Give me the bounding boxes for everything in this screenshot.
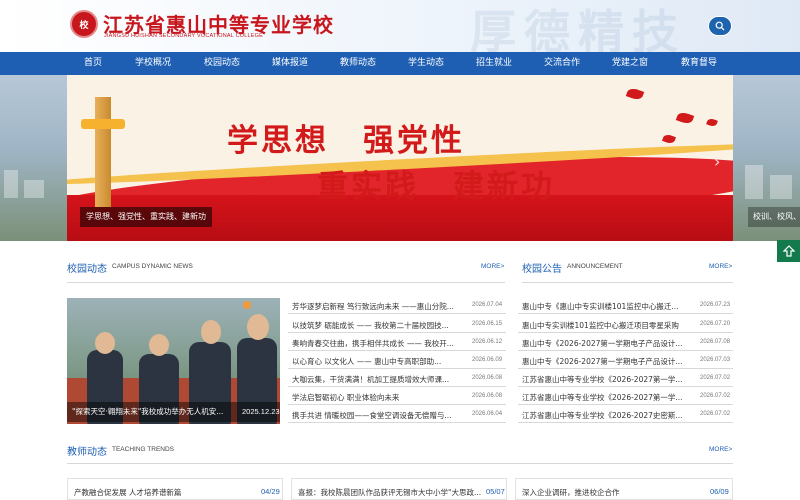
news-item-title[interactable]: 奏响青春交往曲，携手相伴共成长 —— 我校开... [292,338,464,349]
announce-item-title[interactable]: 惠山中专《2026-2027第一学期电子产品设计... [522,356,690,367]
announce-section-title: 校园公告 [522,264,562,275]
up-arrow-icon [782,245,795,257]
news-item-date: 2026.06.12 [472,339,503,345]
campus-section-title: 校园动态 [67,264,107,275]
news-item-title[interactable]: 学法启智砺初心 职业体验向未来 [292,392,464,403]
divider [288,386,506,387]
campus-section-subtitle: CAMPUS DYNAMIC NEWS [112,263,193,270]
divider [518,313,733,314]
nav-item-party[interactable]: 党建之窗 [600,52,660,75]
motto-watermark: 厚德精技 [470,5,686,52]
nav-item-supervision[interactable]: 教育督导 [669,52,729,75]
announce-item-title[interactable]: 江苏省惠山中等专业学校《2026-2027第一学... [522,374,690,385]
announce-item-date: 2026.07.20 [700,321,731,327]
teaching-card[interactable]: 深入企业调研，推进校企合作 06/09 [515,478,733,500]
nav-item-teachers[interactable]: 教师动态 [328,52,388,75]
news-item-date: 2026.07.04 [472,302,503,308]
news-item-date: 2026.06.15 [472,321,503,327]
banner-headline-1: 学思想 强党性 [227,123,465,159]
divider [67,282,505,283]
teaching-card-date: 05/07 [486,487,505,496]
teaching-card-title[interactable]: 产教融合促发展 人才培养谱新篇 [74,487,254,498]
teaching-card-date: 06/09 [710,487,729,496]
photo-date: 2025.12.23 [242,407,280,416]
dove-icon [706,117,718,128]
announce-item-date: 2026.07.02 [700,375,731,381]
announce-item-date: 2026.07.08 [700,339,731,345]
news-item-title[interactable]: 大咖云集，干货满满！机加工提质增效大师课... [292,374,464,385]
site-header: 厚德精技 校 江苏省惠山中等专业学校 JIANGSU HUISHAN SECON… [0,0,800,52]
divider [288,404,506,405]
divider [288,332,506,333]
nav-item-exchange[interactable]: 交流合作 [532,52,592,75]
announce-more-link[interactable]: MORE> [709,263,732,270]
divider [518,350,733,351]
news-item-date: 2026.06.09 [472,357,503,363]
divider [288,313,506,314]
search-icon [715,21,725,31]
divider [518,368,733,369]
announce-item-title[interactable]: 江苏省惠山中等专业学校《2026-2027史密斯... [522,410,690,421]
main-nav: 首页 学校概况 校园动态 媒体报道 教师动态 学生动态 招生就业 交流合作 党建… [0,52,800,75]
teaching-more-link[interactable]: MORE> [709,446,732,453]
nav-item-students[interactable]: 学生动态 [396,52,456,75]
banner-headline-2: 重实践 建新功 [317,169,555,205]
nav-item-overview[interactable]: 学校概况 [123,52,183,75]
teaching-section-subtitle: TEACHING TRENDS [112,446,174,453]
announce-item-title[interactable]: 惠山中专《2026-2027第一学期电子产品设计... [522,338,690,349]
teaching-card[interactable]: 喜报：我校陈晨团队作品获评无锡市大中小学"大思政... 05/07 [291,478,507,500]
next-slide-caption: 校训、校风、 [748,207,800,227]
divider [67,463,733,464]
announce-item-date: 2026.07.23 [700,302,731,308]
dove-icon [675,110,695,126]
announce-item-date: 2026.07.03 [700,357,731,363]
announce-item-title[interactable]: 江苏省惠山中等专业学校《2026-2027第一学... [522,392,690,403]
divider [288,350,506,351]
divider [522,282,733,283]
announce-item-date: 2026.07.02 [700,393,731,399]
carousel-dot[interactable] [243,301,251,309]
news-item-title[interactable]: 以技筑梦 砺能成长 —— 我校第二十届校园技... [292,320,464,331]
teaching-section-title: 教师动态 [67,447,107,458]
dove-icon [625,86,645,102]
announce-item-title[interactable]: 惠山中专实训楼101监控中心搬迁项目零星采购 [522,320,690,331]
news-item-title[interactable]: 芳华逐梦启新程 笃行致远向未来 ——惠山分院... [292,301,464,312]
teaching-card-title[interactable]: 喜报：我校陈晨团队作品获评无锡市大中小学"大思政... [298,487,482,498]
back-to-top-button[interactable] [777,240,800,262]
pillar-icon [95,97,111,207]
divider [288,368,506,369]
news-item-date: 2026.06.08 [472,393,503,399]
divider [288,422,506,423]
divider [518,422,733,423]
announce-item-date: 2026.07.02 [700,411,731,417]
search-button[interactable] [708,16,732,36]
dove-icon [661,133,677,145]
news-item-date: 2026.06.04 [472,411,503,417]
teaching-card-title[interactable]: 深入企业调研，推进校企合作 [522,487,702,498]
school-name-en: JIANGSU HUISHAN SECONDARY VOCATIONAL COL… [104,33,263,39]
school-logo-icon[interactable]: 校 [70,10,98,38]
teaching-card[interactable]: 产教融合促发展 人才培养谱新篇 04/29 [67,478,283,500]
campus-more-link[interactable]: MORE> [481,263,504,270]
news-item-title[interactable]: 携手共进 情暖校园——食堂空调设备无偿赠与... [292,410,464,421]
divider [518,404,733,405]
nav-item-media[interactable]: 媒体报道 [260,52,320,75]
teaching-card-date: 04/29 [261,487,280,496]
nav-item-home[interactable]: 首页 [63,52,123,75]
banner-caption: 学思想、强党性、重实践、建新功 [80,207,212,227]
news-item-title[interactable]: 以心育心 以文化人 —— 惠山中专高职部助... [292,356,464,367]
divider [518,332,733,333]
announce-section-subtitle: ANNOUNCEMENT [567,263,623,270]
nav-item-admissions[interactable]: 招生就业 [464,52,524,75]
news-item-date: 2026.06.08 [472,375,503,381]
nav-item-campus-news[interactable]: 校园动态 [192,52,252,75]
announce-item-title[interactable]: 惠山中专《惠山中专实训楼101监控中心搬迁... [522,301,690,312]
divider [518,386,733,387]
banner-next-icon[interactable]: › [714,152,720,171]
